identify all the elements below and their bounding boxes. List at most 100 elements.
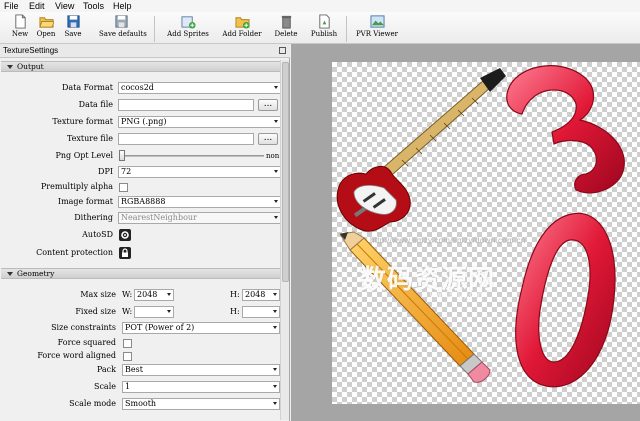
dpi-value: 72: [121, 167, 132, 176]
dithering-label: Dithering: [74, 213, 113, 222]
dithering-value: NearestNeighbour: [121, 213, 197, 222]
pvr-viewer-label: PVR Viewer: [355, 30, 399, 38]
texture-settings-panel: TextureSettings Output Data Format cocos…: [0, 44, 290, 421]
force-word-aligned-checkbox[interactable]: [123, 352, 132, 361]
data-file-label: Data file: [78, 100, 113, 109]
chevron-down-icon: [273, 402, 277, 405]
data-file-browse-button[interactable]: ...: [258, 99, 278, 111]
fixed-width-select[interactable]: [134, 306, 174, 318]
menu-help[interactable]: Help: [113, 0, 132, 12]
undock-icon[interactable]: [279, 47, 286, 54]
scale-mode-value: Smooth: [125, 399, 157, 408]
save-button[interactable]: Save: [53, 14, 93, 44]
panel-scrollbar[interactable]: [280, 60, 289, 420]
publish-button[interactable]: Publish: [304, 14, 344, 44]
delete-icon: [281, 15, 291, 29]
autosd-button[interactable]: [119, 229, 131, 241]
delete-button[interactable]: Delete: [266, 14, 306, 44]
digit-three-sprite[interactable]: [506, 65, 625, 194]
max-height-select[interactable]: 2048: [242, 289, 280, 301]
menu-edit[interactable]: Edit: [29, 0, 45, 12]
chevron-down-icon: [273, 368, 277, 371]
lock-icon: [122, 248, 128, 257]
panel-title: TextureSettings: [0, 44, 290, 58]
menu-tools[interactable]: Tools: [83, 0, 104, 12]
texture-format-value: PNG (.png): [121, 117, 167, 126]
panel-title-text: TextureSettings: [3, 46, 59, 55]
add-sprites-label: Add Sprites: [167, 30, 209, 38]
publish-label: Publish: [310, 30, 338, 38]
scale-select[interactable]: 1: [122, 381, 280, 393]
size-constraints-value: POT (Power of 2): [125, 323, 195, 332]
max-height-value: 2048: [245, 290, 266, 299]
save-defaults-label: Save defaults: [99, 30, 147, 38]
publish-icon: [318, 14, 330, 29]
png-opt-slider-thumb[interactable]: [119, 150, 125, 161]
geometry-section-header[interactable]: Geometry: [1, 268, 289, 279]
menu-view[interactable]: View: [55, 0, 74, 12]
force-squared-checkbox[interactable]: [123, 339, 132, 348]
dpi-input[interactable]: 72: [118, 166, 281, 178]
save-label: Save: [64, 30, 82, 38]
panel-scrollbar-thumb[interactable]: [282, 62, 289, 282]
max-size-label: Max size: [80, 290, 116, 299]
force-word-aligned-label: Force word aligned: [37, 351, 116, 360]
sprite-sheet-art: [336, 65, 625, 388]
png-opt-level-label: Png Opt Level: [55, 151, 114, 160]
pvr-viewer-button[interactable]: PVR Viewer: [354, 14, 400, 44]
texture-file-input[interactable]: [118, 133, 254, 145]
premultiply-alpha-label: Premultiply alpha: [40, 182, 113, 191]
autosd-label: AutoSD: [82, 230, 113, 239]
data-format-label: Data Format: [61, 83, 113, 92]
content-protection-button[interactable]: [119, 247, 131, 259]
chevron-down-icon: [273, 293, 277, 296]
chevron-down-icon: [273, 385, 277, 388]
open-folder-icon: [38, 17, 54, 28]
chevron-down-icon: [273, 310, 277, 313]
data-format-select[interactable]: cocos2d: [118, 82, 281, 94]
chevron-down-icon: [274, 86, 278, 89]
texture-format-label: Texture format: [52, 117, 113, 126]
save-defaults-button[interactable]: Save defaults: [99, 14, 147, 44]
chevron-down-icon: [167, 293, 171, 296]
texture-file-browse-button[interactable]: ...: [258, 133, 278, 145]
sprite-sheet-preview: [332, 62, 640, 404]
texture-format-select[interactable]: PNG (.png): [118, 116, 281, 128]
max-width-select[interactable]: 2048: [134, 289, 174, 301]
menu-bar: File Edit View Tools Help: [0, 0, 640, 12]
data-file-input[interactable]: [118, 99, 254, 111]
watermark-url: www.smzy.com: [430, 290, 485, 299]
max-width-value: 2048: [137, 290, 158, 299]
png-opt-value: non: [266, 152, 280, 160]
scale-label: Scale: [93, 382, 116, 391]
menu-file[interactable]: File: [4, 0, 19, 12]
watermark-url-line: http://www.smzy.com/smzy/down.com.cn: [370, 236, 526, 245]
scale-mode-select[interactable]: Smooth: [122, 398, 280, 410]
pack-value: Best: [125, 365, 143, 374]
dithering-select[interactable]: NearestNeighbour: [118, 212, 281, 224]
image-format-value: RGBA8888: [121, 197, 166, 206]
png-opt-slider-track[interactable]: [120, 155, 264, 157]
guitar-sprite[interactable]: [336, 68, 506, 232]
add-folder-button[interactable]: Add Folder: [220, 14, 264, 44]
output-section-header[interactable]: Output: [1, 61, 289, 72]
geometry-header-text: Geometry: [17, 269, 55, 278]
add-sprites-icon: [180, 16, 196, 29]
pencil-sprite[interactable]: [339, 231, 491, 383]
collapse-arrow-icon: [7, 65, 13, 69]
pack-select[interactable]: Best: [122, 364, 280, 376]
save-icon: [66, 15, 80, 28]
gear-icon: [121, 231, 129, 239]
fixed-width-label: W:: [122, 307, 133, 316]
pvr-viewer-icon: [369, 15, 385, 28]
digit-zero-sprite[interactable]: [515, 212, 616, 388]
fixed-height-select[interactable]: [242, 306, 280, 318]
max-width-label: W:: [122, 290, 133, 299]
scale-mode-label: Scale mode: [69, 399, 116, 408]
size-constraints-select[interactable]: POT (Power of 2): [122, 322, 280, 334]
collapse-arrow-icon: [7, 272, 13, 276]
toolbar-separator: [346, 16, 347, 42]
add-sprites-button[interactable]: Add Sprites: [166, 14, 210, 44]
image-format-select[interactable]: RGBA8888: [118, 196, 281, 208]
premultiply-alpha-checkbox[interactable]: [119, 183, 128, 192]
